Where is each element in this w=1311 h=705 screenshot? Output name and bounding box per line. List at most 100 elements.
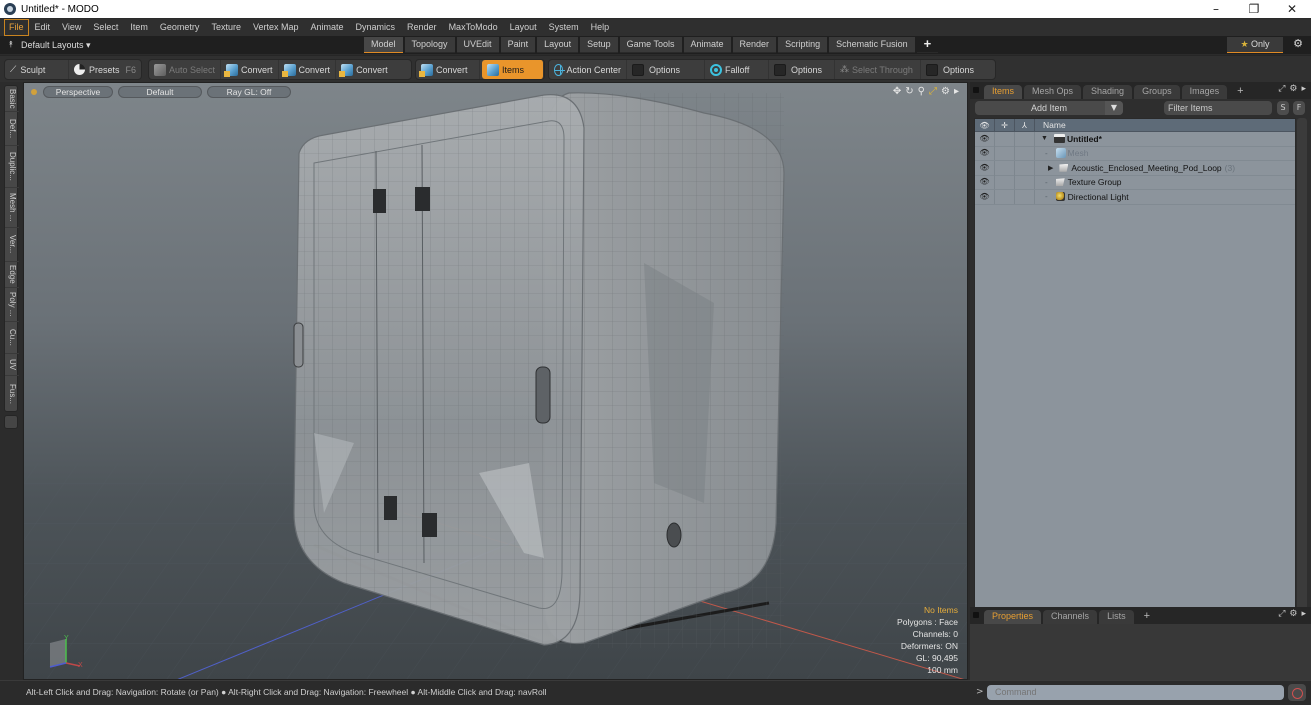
- convert-items-button[interactable]: Convert: [416, 60, 480, 79]
- convert-edges-button[interactable]: Convert: [279, 60, 337, 79]
- action-center-button[interactable]: Action Center: [549, 60, 627, 79]
- add-panel-tab-button[interactable]: +: [1229, 85, 1251, 99]
- vtab-duplicate[interactable]: Duplic...: [5, 146, 19, 188]
- expand-icon[interactable]: ▶: [1048, 164, 1053, 172]
- menu-texture[interactable]: Texture: [205, 20, 247, 35]
- menu-view[interactable]: View: [56, 20, 87, 35]
- fit-view-icon[interactable]: ⤢: [929, 86, 937, 97]
- gear-icon[interactable]: ⚙: [1293, 37, 1303, 50]
- tree-row-texture-group[interactable]: 👁 - Texture Group: [975, 175, 1295, 190]
- panel-menu-icon[interactable]: [973, 87, 979, 93]
- shading-mode-button[interactable]: Default: [118, 86, 202, 98]
- vtab-mesh-edit[interactable]: Mesh ...: [5, 188, 19, 228]
- menu-layout[interactable]: Layout: [504, 20, 543, 35]
- name-column-header[interactable]: Name: [1035, 120, 1066, 130]
- visibility-eye-icon[interactable]: 👁: [975, 131, 995, 146]
- tab-shading[interactable]: Shading: [1083, 85, 1133, 99]
- panel-gear-icon[interactable]: ⚙: [1289, 84, 1297, 94]
- menu-vertex-map[interactable]: Vertex Map: [247, 20, 305, 35]
- select-through-button[interactable]: ⁂ Select Through: [835, 60, 921, 79]
- panel-arrow-icon[interactable]: ▸: [1301, 84, 1306, 94]
- menu-animate[interactable]: Animate: [304, 20, 349, 35]
- maximize-panel-icon[interactable]: ⤢: [1278, 84, 1285, 94]
- visibility-column-eye-icon[interactable]: 👁: [975, 118, 995, 132]
- view-mode-button[interactable]: Perspective: [43, 86, 113, 98]
- tree-row-mesh[interactable]: 👁 - Mesh: [975, 146, 1295, 161]
- tab-channels[interactable]: Channels: [1043, 610, 1098, 624]
- tree-row-directional-light[interactable]: 👁 - Directional Light: [975, 189, 1295, 205]
- command-record-button[interactable]: [1288, 684, 1306, 701]
- menu-maxtomodo[interactable]: MaxToModo: [443, 20, 504, 35]
- tab-layout[interactable]: Layout: [537, 37, 579, 53]
- tree-row-untitled[interactable]: 👁 ▼ Untitled*: [975, 131, 1295, 147]
- menu-file[interactable]: File: [4, 19, 29, 36]
- add-item-button[interactable]: Add Item: [975, 101, 1123, 115]
- menu-dynamics[interactable]: Dynamics: [350, 20, 402, 35]
- tab-items[interactable]: Items: [984, 85, 1023, 99]
- auto-select-button[interactable]: Auto Select: [149, 60, 222, 79]
- zoom-icon[interactable]: ⚲: [918, 86, 925, 97]
- maximize-panel-icon[interactable]: ⤢: [1278, 609, 1285, 619]
- minimize-button[interactable]: –: [1197, 0, 1235, 18]
- filter-items-input[interactable]: Filter Items: [1164, 101, 1272, 115]
- vtab-edge[interactable]: Edge: [5, 262, 19, 288]
- tab-schematic-fusion[interactable]: Schematic Fusion: [829, 37, 915, 53]
- falloff-button[interactable]: Falloff: [705, 60, 769, 79]
- visibility-eye-icon[interactable]: 👁: [975, 160, 995, 175]
- close-button[interactable]: ✕: [1273, 0, 1311, 18]
- restore-button[interactable]: ❐: [1235, 0, 1273, 18]
- s-filter-button[interactable]: S: [1277, 101, 1289, 115]
- falloff-options-button[interactable]: Options: [769, 60, 835, 79]
- add-properties-tab-button[interactable]: +: [1136, 610, 1158, 624]
- panel-arrow-icon[interactable]: ▸: [1301, 609, 1306, 619]
- vtab-deform[interactable]: Def...: [5, 112, 19, 146]
- convert-polygons-button[interactable]: Convert: [336, 60, 393, 79]
- vtab-basic[interactable]: Basic: [5, 86, 19, 112]
- tab-images[interactable]: Images: [1181, 85, 1228, 99]
- tab-setup[interactable]: Setup: [580, 37, 618, 53]
- menu-item[interactable]: Item: [124, 20, 154, 35]
- vtab-fusion[interactable]: Fus...: [5, 376, 19, 412]
- tab-animate[interactable]: Animate: [683, 37, 731, 53]
- type-column-icon[interactable]: ⅄: [1015, 118, 1035, 132]
- visibility-eye-icon[interactable]: 👁: [975, 189, 995, 204]
- viewport-menu-dot-icon[interactable]: [31, 89, 37, 95]
- items-mode-button[interactable]: Items: [482, 60, 544, 79]
- vtab-polygon[interactable]: Poly ...: [5, 288, 19, 322]
- f-filter-button[interactable]: F: [1293, 101, 1305, 115]
- vtab-vertex[interactable]: Ver...: [5, 228, 19, 262]
- menu-help[interactable]: Help: [585, 20, 616, 35]
- tab-mesh-ops[interactable]: Mesh Ops: [1024, 85, 1082, 99]
- tab-model[interactable]: Model: [364, 37, 403, 53]
- convert-vertices-button[interactable]: Convert: [221, 60, 279, 79]
- visibility-eye-icon[interactable]: 👁: [975, 175, 995, 190]
- tab-render[interactable]: Render: [732, 37, 777, 53]
- menu-select[interactable]: Select: [87, 20, 124, 35]
- tab-game-tools[interactable]: Game Tools: [619, 37, 682, 53]
- tab-strip-toggle-button[interactable]: [4, 415, 18, 429]
- collapse-up-icon[interactable]: ⯭: [5, 40, 17, 50]
- expand-icon[interactable]: ▼: [1041, 135, 1048, 142]
- lock-column-icon[interactable]: ✛: [995, 118, 1015, 132]
- menu-edit[interactable]: Edit: [29, 20, 57, 35]
- raygl-button[interactable]: Ray GL: Off: [207, 86, 291, 98]
- expand-arrow-icon[interactable]: ▸: [954, 86, 959, 97]
- add-item-dropdown-icon[interactable]: ▼: [1105, 101, 1123, 115]
- tab-properties[interactable]: Properties: [984, 610, 1042, 624]
- tab-uvedit[interactable]: UVEdit: [456, 37, 499, 53]
- panel-menu-icon[interactable]: [973, 612, 979, 618]
- vtab-curve[interactable]: Cu...: [5, 322, 19, 354]
- add-layout-tab-button[interactable]: +: [916, 37, 939, 53]
- viewport-settings-icon[interactable]: ⚙: [941, 86, 950, 97]
- select-through-options-button[interactable]: Options: [921, 60, 979, 79]
- menu-geometry[interactable]: Geometry: [154, 20, 206, 35]
- default-layouts-dropdown[interactable]: Default Layouts ▾: [21, 40, 91, 51]
- visibility-eye-icon[interactable]: 👁: [975, 146, 995, 161]
- tab-lists[interactable]: Lists: [1099, 610, 1134, 624]
- menu-system[interactable]: System: [543, 20, 585, 35]
- vtab-uv[interactable]: UV: [5, 354, 19, 376]
- panel-gear-icon[interactable]: ⚙: [1289, 609, 1297, 619]
- 3d-viewport[interactable]: Y X Perspective Default Ray GL: Off ✥ ↻ …: [23, 82, 968, 680]
- command-input[interactable]: [987, 685, 1284, 700]
- tab-scripting[interactable]: Scripting: [778, 37, 828, 53]
